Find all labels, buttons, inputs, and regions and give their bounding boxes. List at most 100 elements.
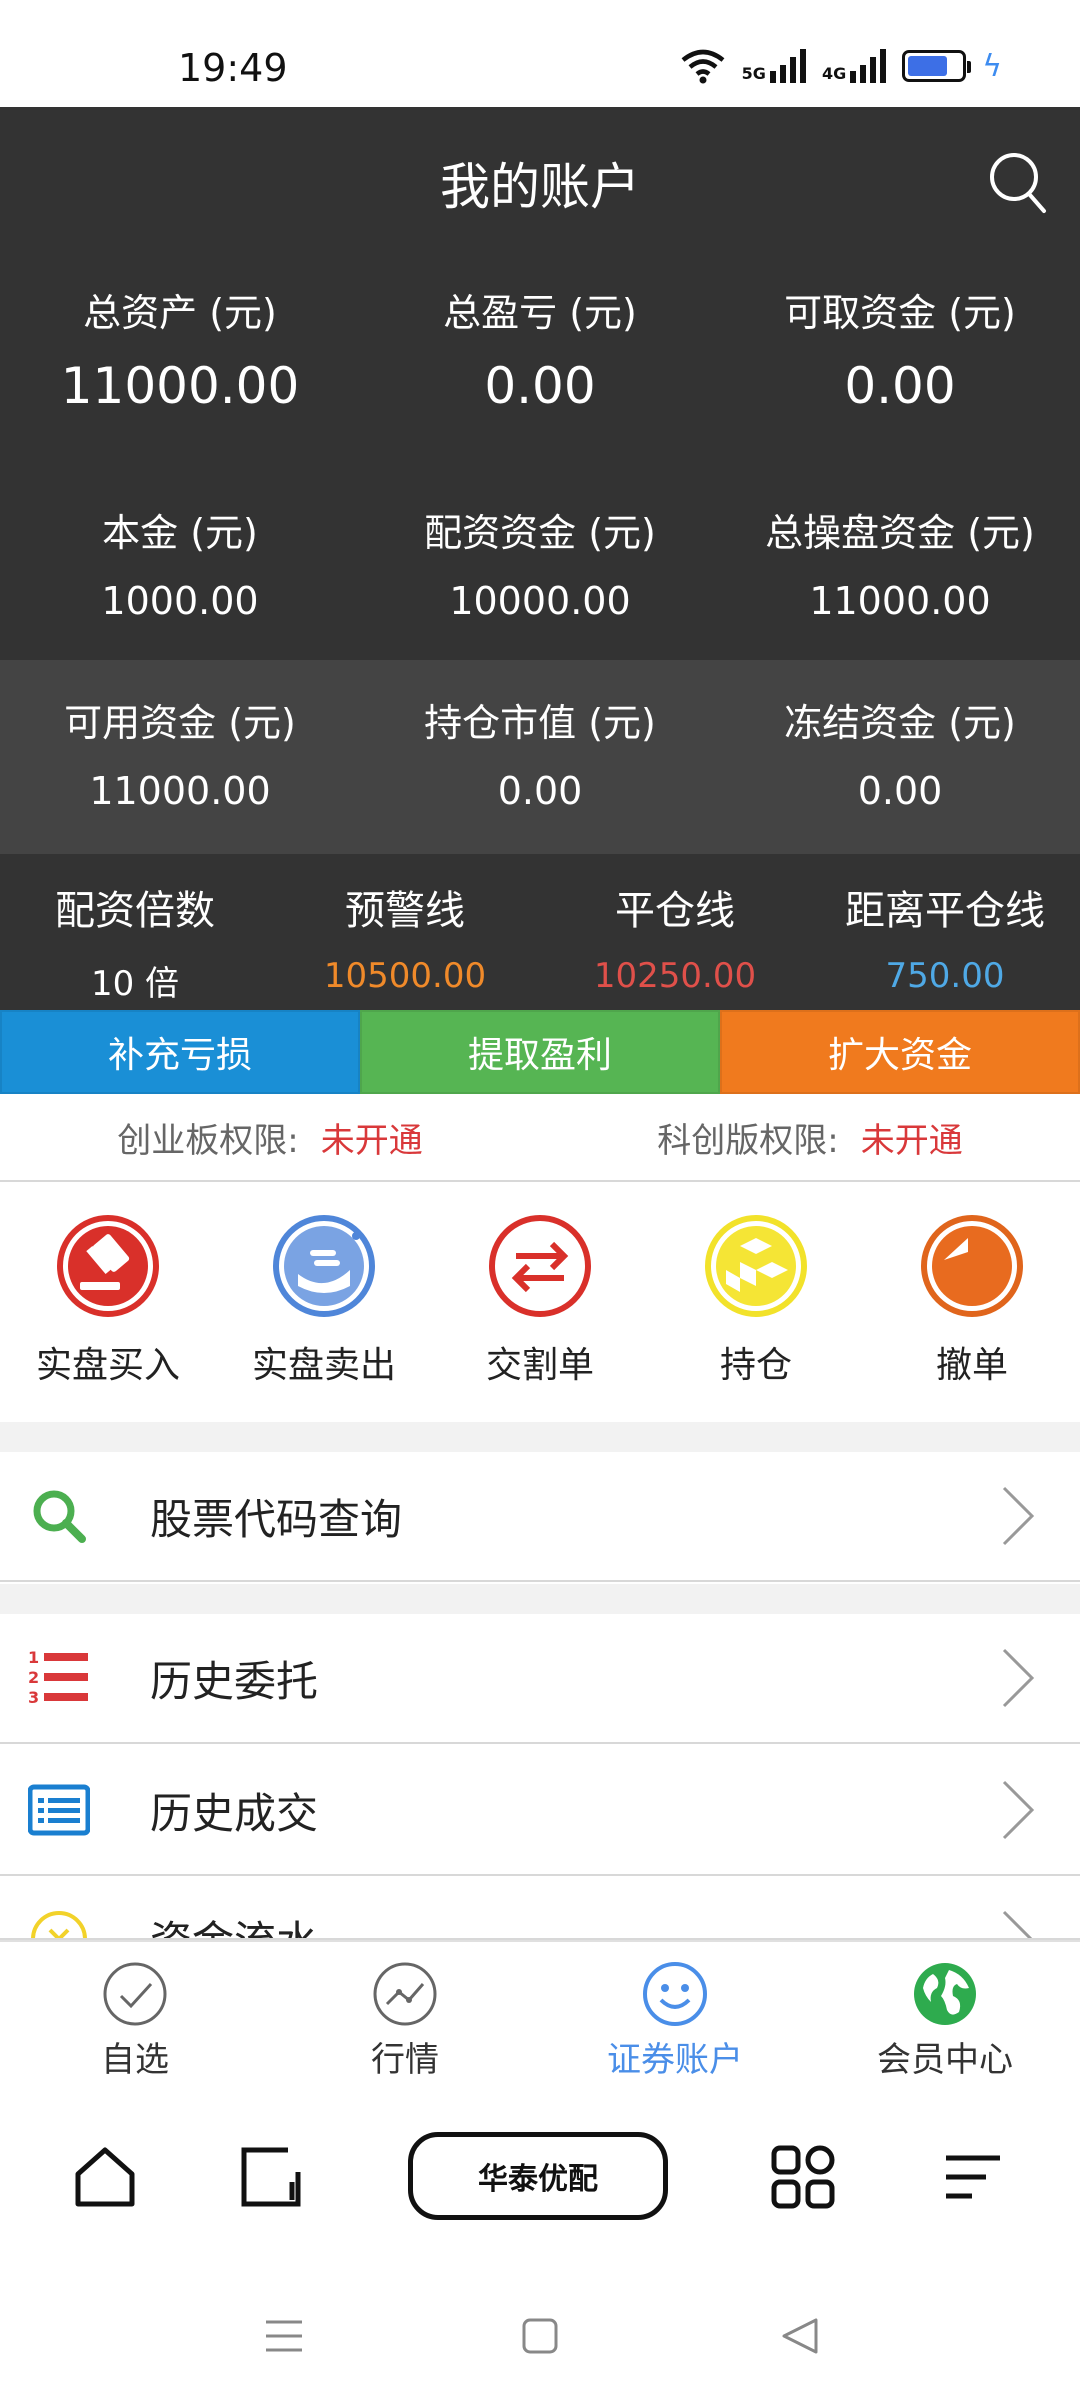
- sell-button[interactable]: 实盘卖出: [216, 1182, 432, 1422]
- summary-label: 可取资金 (元): [784, 291, 1016, 335]
- fund-value: 10000.00: [449, 579, 631, 623]
- leverage: 配资倍数 10 倍: [0, 854, 270, 1010]
- battery-icon: [902, 50, 972, 82]
- status-icons: 5G 4G ϟ: [680, 48, 1002, 84]
- settlement-button[interactable]: 交割单: [432, 1182, 648, 1422]
- quick-label: 交割单: [485, 1345, 594, 1386]
- risk-row: 配资倍数 10 倍 预警线 10500.00 平仓线 10250.00 距离平仓…: [0, 854, 1080, 1010]
- status-bar: 19:49 5G 4G ϟ: [0, 0, 1080, 107]
- clock-icon: [31, 1911, 87, 1938]
- boxes-icon: [705, 1215, 807, 1317]
- risk-label: 配资倍数: [55, 888, 215, 934]
- chart-circle-icon: [373, 1962, 437, 2026]
- expand-funds-button[interactable]: 扩大资金: [720, 1010, 1080, 1094]
- permissions-row: 创业板权限: 未开通 科创版权限: 未开通: [0, 1094, 1080, 1182]
- risk-label: 平仓线: [615, 888, 735, 934]
- total-assets: 总资产 (元) 11000.00: [0, 282, 360, 415]
- summary-label: 总盈亏 (元): [443, 291, 637, 335]
- total-profit-loss: 总盈亏 (元) 0.00: [360, 282, 720, 415]
- numbered-list-icon: 1 2 3: [28, 1648, 88, 1707]
- distance-to-liquidation: 距离平仓线 750.00: [810, 854, 1080, 1010]
- trade-history[interactable]: 历史成交: [0, 1746, 1080, 1876]
- menu-label: 历史委托: [150, 1656, 319, 1706]
- recent-apps-icon[interactable]: [260, 2312, 308, 2360]
- buy-button[interactable]: 实盘买入: [0, 1182, 216, 1422]
- check-circle-icon: [103, 1962, 167, 2026]
- risk-value: 10 倍: [90, 964, 180, 1004]
- smiley-icon: [643, 1962, 707, 2026]
- tab-label: 会员中心: [877, 2040, 1013, 2080]
- risk-value: 750.00: [885, 956, 1005, 996]
- battery-level: [908, 56, 948, 76]
- gavel-icon: [57, 1215, 159, 1317]
- action-row: 补充亏损 提取盈利 扩大资金: [0, 1010, 1080, 1094]
- allocated-funds: 配资资金 (元) 10000.00: [360, 470, 720, 660]
- summary-value: 11000.00: [60, 357, 300, 415]
- brand-button[interactable]: 华泰优配: [408, 2132, 668, 2220]
- quick-label: 实盘买入: [35, 1345, 180, 1386]
- positions-button[interactable]: 持仓: [648, 1182, 864, 1422]
- risk-value: 10500.00: [323, 956, 487, 996]
- order-history[interactable]: 1 2 3 历史委托: [0, 1614, 1080, 1744]
- tab-member-center[interactable]: 会员中心: [810, 1942, 1080, 2082]
- tab-label: 证券账户: [607, 2040, 743, 2080]
- position-market-value: 持仓市值 (元) 0.00: [360, 660, 720, 854]
- stock-code-query[interactable]: 股票代码查询: [0, 1452, 1080, 1582]
- tab-label: 自选: [101, 2040, 169, 2080]
- withdrawable-funds: 可取资金 (元) 0.00: [720, 282, 1080, 415]
- fund-label: 冻结资金 (元): [784, 701, 1016, 745]
- chinext-permission[interactable]: 创业板权限: 未开通: [0, 1113, 540, 1162]
- home-nav-icon[interactable]: [516, 2312, 564, 2360]
- tab-securities-account[interactable]: 证券账户: [540, 1942, 810, 2082]
- cancel-order-button[interactable]: 撤单: [864, 1182, 1080, 1422]
- wifi-icon: [681, 49, 725, 84]
- svg-text:3: 3: [28, 1688, 39, 1707]
- add-loss-button[interactable]: 补充亏损: [0, 1010, 360, 1094]
- tab-watchlist[interactable]: 自选: [0, 1942, 270, 2082]
- available-funds: 可用资金 (元) 11000.00: [0, 660, 360, 854]
- fund-value: 0.00: [497, 769, 583, 813]
- section-divider: [0, 1422, 1080, 1452]
- fund-flow[interactable]: 资金流水: [0, 1878, 1080, 1940]
- menu-label: 资金流水: [150, 1908, 998, 1938]
- tabs-icon[interactable]: [236, 2142, 306, 2212]
- search-icon[interactable]: [988, 151, 1048, 215]
- fund-label: 本金 (元): [102, 511, 258, 555]
- withdraw-profit-button[interactable]: 提取盈利: [360, 1010, 720, 1094]
- back-icon[interactable]: [776, 2312, 824, 2360]
- tab-label: 行情: [371, 2040, 439, 2080]
- star-market-permission[interactable]: 科创版权限: 未开通: [540, 1113, 1080, 1162]
- apps-grid-icon[interactable]: [768, 2142, 838, 2212]
- tab-market[interactable]: 行情: [270, 1942, 540, 2082]
- svg-text:2: 2: [28, 1668, 39, 1687]
- fund-label: 总操盘资金 (元): [765, 511, 1035, 555]
- home-icon[interactable]: [70, 2142, 140, 2212]
- charging-icon: ϟ: [982, 48, 1002, 84]
- fund-value: 0.00: [857, 769, 943, 813]
- principal: 本金 (元) 1000.00: [0, 470, 360, 660]
- summary-row: 总资产 (元) 11000.00 总盈亏 (元) 0.00 可取资金 (元) 0…: [0, 282, 1080, 415]
- status-time: 19:49: [178, 46, 288, 90]
- swap-arrows-icon: [489, 1215, 591, 1317]
- fund-label: 持仓市值 (元): [424, 701, 656, 745]
- menu-label: 股票代码查询: [150, 1494, 403, 1544]
- signal-4g-label: 4G: [821, 64, 847, 83]
- summary-label: 总资产 (元): [83, 291, 277, 335]
- summary-value: 0.00: [844, 357, 956, 415]
- permission-label: 科创版权限:: [657, 1120, 839, 1161]
- total-trading-funds: 总操盘资金 (元) 11000.00: [720, 470, 1080, 660]
- quick-label: 撤单: [935, 1345, 1008, 1386]
- globe-icon: [914, 1963, 976, 2025]
- hand-coin-icon: [273, 1215, 375, 1317]
- quick-label: 持仓: [719, 1345, 792, 1386]
- signal-5g-label: 5G: [741, 64, 766, 83]
- undo-icon: [921, 1215, 1023, 1317]
- bottom-tab-bar: 自选 行情 证券账户 会员中心: [0, 1940, 1080, 2082]
- account-header: 我的账户 总资产 (元) 11000.00 总盈亏 (元) 0.00 可取资金 …: [0, 107, 1080, 470]
- fund-label: 配资资金 (元): [424, 511, 656, 555]
- menu-icon[interactable]: [938, 2142, 1008, 2212]
- search-icon: [33, 1490, 86, 1543]
- page-title: 我的账户: [440, 158, 640, 216]
- quick-label: 实盘卖出: [251, 1345, 396, 1386]
- risk-label: 距离平仓线: [845, 888, 1045, 934]
